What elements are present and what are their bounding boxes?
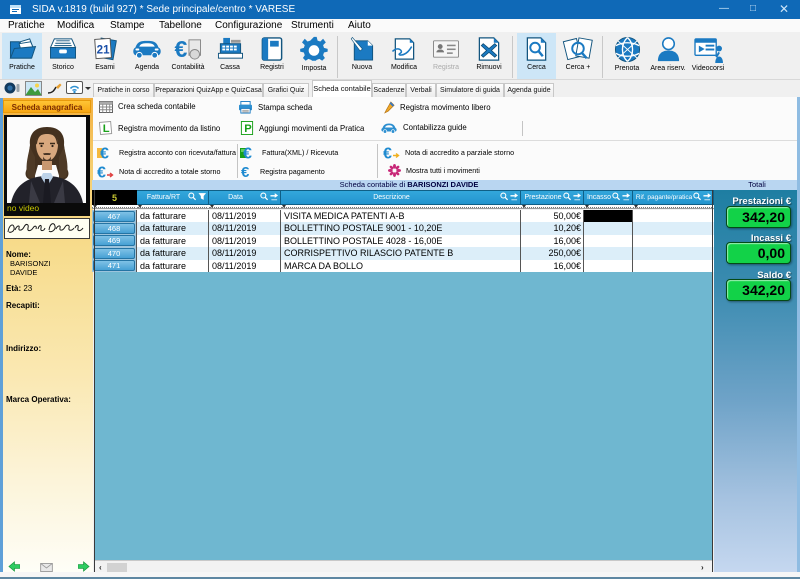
svg-text:€: € [100,146,109,160]
svg-text:21: 21 [97,44,110,56]
svg-text:€: € [243,146,252,160]
svg-text:€: € [383,146,392,160]
svg-text:L: L [103,123,110,135]
svg-text:€: € [175,36,188,62]
svg-text:P: P [244,123,252,135]
svg-text:€: € [241,164,250,178]
svg-text:€: € [97,165,106,179]
